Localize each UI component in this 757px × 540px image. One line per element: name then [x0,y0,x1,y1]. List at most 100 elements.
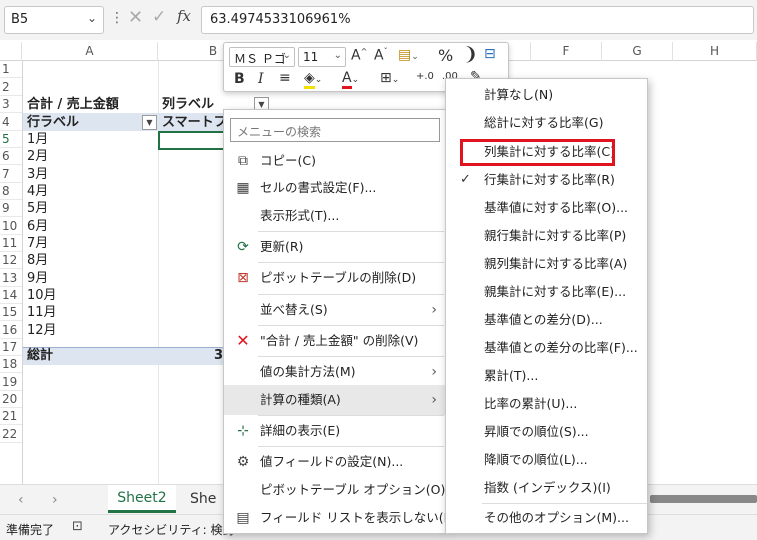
accessibility-status[interactable]: アクセシビリティ: 検討 [108,521,235,538]
insert-function-icon[interactable]: fx [177,7,191,25]
menu-item-value-field-settings[interactable]: ⚙ 値フィールドの設定(N)... [224,447,445,477]
row-labels-filter-button[interactable]: ▼ [142,115,157,130]
row-header[interactable]: 19 [0,374,22,391]
submenu-item-no-calculation[interactable]: 計算なし(N) [446,81,647,109]
row-header[interactable]: 18 [0,356,22,373]
pivot-row-month[interactable]: 7月 [27,235,48,252]
submenu-item-percent-of[interactable]: 基準値に対する比率(O)... [446,194,647,222]
increase-decimal-icon[interactable]: +.0 [416,71,434,82]
row-header[interactable]: 12 [0,252,22,269]
menu-item-show-values-as[interactable]: 計算の種類(A) › [224,385,445,415]
row-header[interactable]: 2 [0,79,22,96]
row-header[interactable]: 20 [0,391,22,408]
pivot-row-month[interactable]: 8月 [27,252,48,269]
italic-button[interactable]: I [258,71,264,87]
menu-item-hide-field-list[interactable]: ▤ フィールド リストを表示しない(D) [224,503,458,533]
select-all-corner[interactable] [0,42,22,61]
pivot-row-month[interactable]: 11月 [27,304,57,321]
pivot-row-month[interactable]: 2月 [27,148,48,165]
horizontal-scrollbar[interactable] [650,495,757,503]
menu-item-delete-pivot[interactable]: ⊠ ピボットテーブルの削除(D) [224,263,445,293]
row-header[interactable]: 11 [0,235,22,252]
pivot-row-month[interactable]: 10月 [27,287,57,304]
number-format-icon[interactable]: ▤⌄ [398,47,419,63]
submenu-item-percent-of-grand-total[interactable]: 総計に対する比率(G) [446,109,647,137]
pivot-row-month[interactable]: 1月 [27,131,48,148]
shrink-font-icon[interactable]: Aˇ [374,47,388,64]
row-header[interactable]: 17 [0,339,22,356]
align-center-icon[interactable]: ≡ [279,70,291,86]
check-icon[interactable]: ✓ [152,7,166,27]
column-header-a[interactable]: A [22,42,158,61]
pivot-grand-total-value[interactable]: 3 [214,347,223,364]
row-header[interactable]: 3 [0,96,22,113]
pivot-row-month[interactable]: 6月 [27,218,48,235]
row-header[interactable]: 21 [0,408,22,425]
selected-cell-b5[interactable] [158,131,228,150]
row-header[interactable]: 5 [0,131,22,148]
submenu-item-percent-running-total[interactable]: 比率の累計(U)... [446,390,647,418]
column-header-h[interactable]: H [673,42,757,61]
row-header[interactable]: 8 [0,183,22,200]
macro-record-icon[interactable]: ⊡ [72,519,83,534]
submenu-item-percent-of-parent-column[interactable]: 親列集計に対する比率(A) [446,250,647,278]
submenu-item-more-options[interactable]: その他のオプション(M)... [446,504,647,532]
menu-item-pivot-options[interactable]: ピボットテーブル オプション(O)... [224,475,457,505]
comma-style-icon[interactable]: ❩ [463,44,478,65]
pivot-row-month[interactable]: 9月 [27,270,48,287]
font-size-dropdown[interactable]: 11 ⌄ [298,47,346,67]
formula-input[interactable]: 63.4974533106961% [201,6,754,34]
pivot-row-month[interactable]: 3月 [27,166,48,183]
submenu-item-percent-of-row-total[interactable]: ✓ 行集計に対する比率(R) [446,166,647,194]
menu-item-summarize-by[interactable]: 値の集計方法(M) › [224,357,445,387]
row-header[interactable]: 15 [0,304,22,321]
column-header-f[interactable]: F [531,42,602,61]
column-header-g[interactable]: G [602,42,673,61]
borders-icon[interactable]: ⊞⌄ [380,70,399,86]
sheet-tab-next[interactable]: She [190,485,216,513]
percent-style-icon[interactable]: % [438,46,453,65]
menu-item-number-format[interactable]: 表示形式(T)... [224,201,445,231]
menu-item-remove-field[interactable]: ✕ "合計 / 売上金額" の削除(V) [224,326,445,356]
submenu-item-running-total[interactable]: 累計(T)... [446,362,647,390]
grow-font-icon[interactable]: A^ [351,47,367,64]
pivot-row-month[interactable]: 5月 [27,200,48,217]
row-header[interactable]: 6 [0,148,22,165]
name-box[interactable]: B5 ⌄ [4,6,104,34]
menu-item-format-cells[interactable]: ▦ セルの書式設定(F)... [224,173,445,203]
row-header[interactable]: 9 [0,200,22,217]
row-header[interactable]: 4 [0,114,22,131]
row-header[interactable]: 13 [0,270,22,287]
row-header[interactable]: 10 [0,218,22,235]
chevron-left-icon[interactable]: ‹ [18,492,24,508]
pivot-column-item[interactable]: スマートフ [162,114,227,131]
pivot-corner-label[interactable]: 合計 / 売上金額 [27,96,119,113]
menu-item-show-details[interactable]: ⊹ 詳細の表示(E) [224,416,445,446]
menu-search-input[interactable]: メニューの検索 [230,118,440,142]
pivot-row-month[interactable]: 12月 [27,322,57,339]
format-painter-icon[interactable]: ⊟ [484,46,496,62]
row-header[interactable]: 14 [0,287,22,304]
row-header[interactable]: 16 [0,322,22,339]
menu-item-copy[interactable]: ⧉ コピー(C) [224,146,445,176]
font-name-dropdown[interactable]: ＭＳ Ｐゴ ⌄ [229,47,295,67]
submenu-item-percent-of-parent[interactable]: 親集計に対する比率(E)... [446,278,647,306]
cancel-icon[interactable]: ✕ [128,7,143,28]
chevron-down-icon[interactable]: ⌄ [87,11,97,25]
submenu-item-percent-of-parent-row[interactable]: 親行集計に対する比率(P) [446,222,647,250]
row-header[interactable]: 22 [0,426,22,443]
fill-color-icon[interactable]: ◈⌄ [304,70,322,89]
chevron-right-icon[interactable]: › [52,492,58,508]
pivot-row-month[interactable]: 4月 [27,183,48,200]
pivot-grand-total-label[interactable]: 総計 [27,347,53,364]
sheet-tab-sheet2[interactable]: Sheet2 [108,485,176,513]
submenu-item-percent-difference-from[interactable]: 基準値との差分の比率(F)... [446,334,647,362]
font-color-icon[interactable]: A⌄ [342,70,359,89]
submenu-item-index[interactable]: 指数 (インデックス)(I) [446,474,647,502]
pivot-column-labels[interactable]: 列ラベル [162,96,214,113]
bold-button[interactable]: B [234,71,245,87]
submenu-item-rank-descending[interactable]: 降順での順位(L)... [446,446,647,474]
pivot-row-labels[interactable]: 行ラベル [27,114,79,131]
row-header[interactable]: 7 [0,166,22,183]
menu-item-refresh[interactable]: ⟳ 更新(R) [224,232,445,262]
